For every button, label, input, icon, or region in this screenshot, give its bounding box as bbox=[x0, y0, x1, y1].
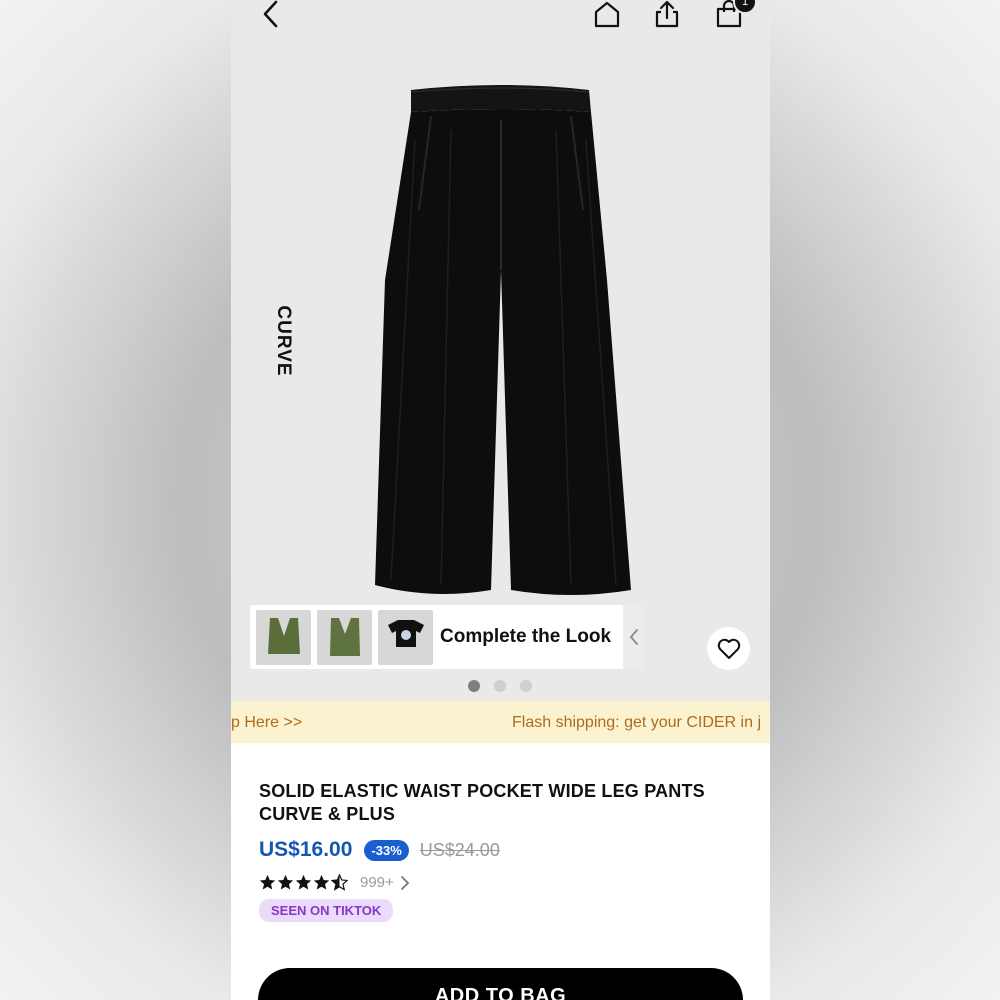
product-gallery[interactable]: 1 CURVE Complete the Look bbox=[231, 0, 770, 701]
star-rating bbox=[259, 874, 348, 891]
product-page: 1 CURVE Complete the Look p Here >> Flas… bbox=[231, 0, 770, 1000]
product-info: SOLID ELASTIC WAIST POCKET WIDE LEG PANT… bbox=[259, 780, 749, 922]
curve-label: CURVE bbox=[273, 305, 294, 377]
star-icon bbox=[313, 874, 330, 890]
green-top-icon bbox=[329, 618, 360, 656]
look-thumb-2[interactable] bbox=[317, 609, 372, 665]
heart-icon bbox=[717, 638, 740, 659]
half-star-icon bbox=[331, 874, 348, 891]
tiktok-tag: SEEN ON TIKTOK bbox=[259, 899, 394, 922]
share-button[interactable] bbox=[649, 0, 685, 32]
sale-price: US$16.00 bbox=[259, 838, 353, 861]
chevron-left-icon bbox=[263, 0, 278, 28]
home-icon bbox=[594, 1, 620, 28]
promo-banner[interactable]: p Here >> Flash shipping: get your CIDER… bbox=[231, 701, 770, 743]
home-button[interactable] bbox=[589, 0, 625, 32]
chevron-right-icon bbox=[400, 875, 410, 890]
add-to-bag-button[interactable]: ADD TO BAG bbox=[258, 968, 743, 1000]
complete-the-look-title: Complete the Look bbox=[440, 626, 612, 647]
pagination-dot[interactable] bbox=[468, 680, 480, 692]
back-button[interactable] bbox=[253, 0, 289, 32]
pagination-dot[interactable] bbox=[494, 680, 506, 692]
rating-row[interactable]: 999+ bbox=[259, 874, 749, 891]
product-image[interactable] bbox=[371, 80, 631, 605]
star-icon bbox=[259, 874, 276, 890]
wishlist-button[interactable] bbox=[707, 627, 750, 670]
look-thumb-1[interactable] bbox=[256, 609, 311, 665]
gallery-pagination bbox=[468, 680, 532, 692]
pagination-dot[interactable] bbox=[520, 680, 532, 692]
promo-text-left: p Here >> bbox=[231, 714, 303, 731]
price-row: US$16.00 -33% US$24.00 bbox=[259, 838, 749, 862]
black-tee-icon bbox=[387, 620, 424, 647]
look-thumb-3[interactable] bbox=[378, 609, 433, 665]
review-count: 999+ bbox=[360, 874, 394, 891]
share-icon bbox=[655, 0, 679, 28]
product-title: SOLID ELASTIC WAIST POCKET WIDE LEG PANT… bbox=[259, 781, 705, 824]
complete-the-look-card[interactable]: Complete the Look bbox=[250, 605, 645, 669]
star-icon bbox=[277, 874, 294, 890]
chevron-left-icon bbox=[629, 629, 638, 645]
star-icon bbox=[295, 874, 312, 890]
discount-badge: -33% bbox=[364, 839, 409, 861]
complete-look-toggle[interactable] bbox=[623, 605, 645, 669]
promo-text-right: Flash shipping: get your CIDER in j bbox=[512, 714, 761, 731]
green-vest-icon bbox=[267, 618, 300, 654]
original-price: US$24.00 bbox=[419, 839, 500, 860]
